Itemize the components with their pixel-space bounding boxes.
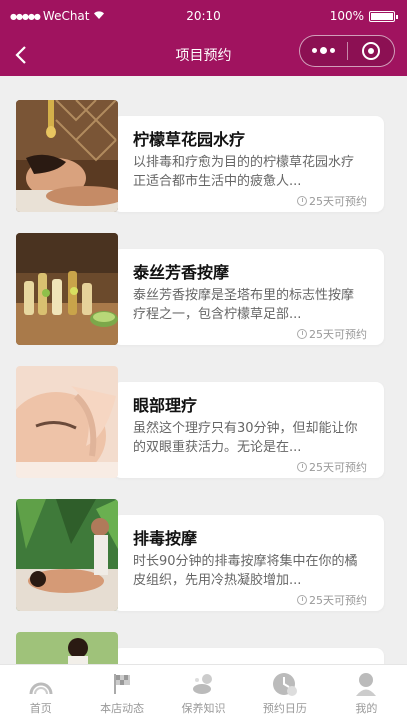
tab-label: 保养知识 [181, 702, 226, 715]
tab-news[interactable]: 本店动态 [81, 665, 162, 721]
clock-icon [297, 595, 307, 605]
list-item[interactable]: 泰丝芳香按摩 泰丝芳香按摩是圣塔布里的标志性按摩疗程之一，包含柠檬草足部... … [16, 233, 384, 345]
service-name: 柠檬草花园水疗 [133, 130, 246, 149]
availability-text: 25天可预约 [309, 594, 367, 607]
tab-label: 我的 [355, 702, 378, 715]
user-icon [353, 671, 379, 697]
battery-status: 100% [329, 9, 398, 23]
status-bar: ●●●●● WeChat 20:10 100% [0, 0, 407, 34]
clock-icon [297, 462, 307, 472]
mini-program-capsule [299, 35, 395, 67]
nav-bar: 项目预约 [0, 34, 407, 76]
service-image [16, 233, 118, 345]
clock-icon [297, 196, 307, 206]
knowledge-icon [191, 671, 217, 697]
card-panel [113, 648, 384, 664]
more-menu-button[interactable] [300, 47, 347, 54]
availability-label: 25天可预约 [297, 326, 367, 342]
service-image [16, 499, 118, 611]
availability-label: 25天可预约 [297, 592, 367, 608]
service-image [16, 366, 118, 478]
service-image [16, 100, 118, 212]
tab-label: 预约日历 [262, 702, 307, 715]
tab-label: 本店动态 [100, 702, 145, 715]
service-description: 泰丝芳香按摩是圣塔布里的标志性按摩疗程之一，包含柠檬草足部... [133, 288, 355, 322]
availability-label: 25天可预约 [297, 459, 367, 475]
target-icon [361, 42, 380, 60]
tab-bar: 首页 本店动态 保养知识 预约日历 我的 [0, 664, 407, 721]
home-icon [28, 671, 54, 697]
service-list: 柠檬草花园水疗 以排毒和疗愈为目的的柠檬草花园水疗正适合都市生活中的疲惫人...… [0, 76, 407, 664]
service-name: 眼部理疗 [133, 396, 198, 415]
clock-icon [297, 329, 307, 339]
service-description: 虽然这个理疗只有30分钟，但却能让你的双眼重获活力。无论是在... [133, 421, 358, 455]
tab-profile[interactable]: 我的 [326, 665, 407, 721]
availability-label: 25天可预约 [297, 193, 367, 209]
flag-icon [109, 671, 135, 697]
list-item[interactable]: 眼部理疗 虽然这个理疗只有30分钟，但却能让你的双眼重获活力。无论是在... 2… [16, 366, 384, 478]
dot-icon [312, 48, 317, 53]
dot-icon [330, 48, 335, 53]
list-item[interactable]: 柠檬草花园水疗 以排毒和疗愈为目的的柠檬草花园水疗正适合都市生活中的疲惫人...… [16, 100, 384, 212]
tab-label: 首页 [29, 702, 52, 715]
calendar-clock-icon [272, 671, 298, 697]
service-name: 泰丝芳香按摩 [133, 263, 230, 282]
close-mini-program-button[interactable] [348, 42, 394, 60]
service-name: 排毒按摩 [133, 529, 198, 548]
service-image [16, 632, 118, 664]
availability-text: 25天可预约 [309, 461, 367, 474]
list-item[interactable]: 排毒按摩 时长90分钟的排毒按摩将集中在你的橘皮组织，先用冷热凝胶增加... 2… [16, 499, 384, 611]
service-description: 时长90分钟的排毒按摩将集中在你的橘皮组织，先用冷热凝胶增加... [133, 554, 358, 588]
list-item[interactable] [16, 632, 384, 664]
battery-percent: 100% [329, 9, 364, 23]
availability-text: 25天可预约 [309, 195, 367, 208]
availability-text: 25天可预约 [309, 328, 367, 341]
tab-home[interactable]: 首页 [0, 665, 81, 721]
battery-icon [369, 10, 398, 22]
service-description: 以排毒和疗愈为目的的柠檬草花园水疗正适合都市生活中的疲惫人... [133, 155, 355, 189]
tab-knowledge[interactable]: 保养知识 [163, 665, 244, 721]
tab-calendar[interactable]: 预约日历 [244, 665, 325, 721]
dot-icon [320, 47, 327, 54]
